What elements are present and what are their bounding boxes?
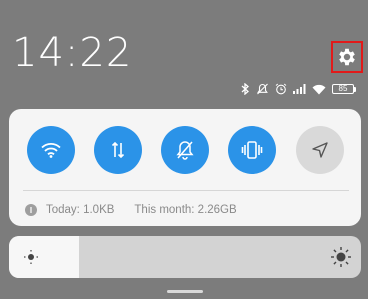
bluetooth-icon: [241, 83, 249, 95]
clock-time: 14:22: [12, 30, 133, 76]
silent-icon: [257, 83, 268, 95]
brightness-slider[interactable]: [9, 236, 361, 278]
settings-button[interactable]: [331, 41, 363, 73]
battery-level: 85: [332, 84, 354, 94]
drag-handle[interactable]: [167, 290, 203, 293]
status-bar: 85: [241, 81, 356, 97]
data-usage-month: This month: 2.26GB: [134, 204, 237, 216]
mobile-data-toggle[interactable]: [94, 126, 142, 174]
data-usage-row[interactable]: Today: 1.0KB This month: 2.26GB: [25, 202, 237, 218]
silent-toggle[interactable]: [161, 126, 209, 174]
data-usage-today: Today: 1.0KB: [46, 204, 115, 216]
data-arrows-icon: [111, 141, 125, 159]
panel-divider: [23, 190, 349, 191]
alarm-icon: [275, 83, 287, 95]
location-toggle[interactable]: [296, 126, 344, 174]
quick-settings-panel: Today: 1.0KB This month: 2.26GB: [9, 109, 361, 226]
brightness-high-icon: [331, 247, 351, 267]
wifi-toggle[interactable]: [27, 126, 75, 174]
vibrate-toggle[interactable]: [228, 126, 276, 174]
vibrate-icon: [241, 141, 263, 159]
wifi-status-icon: [312, 84, 326, 94]
gear-icon: [339, 48, 355, 66]
battery-tip: [354, 86, 356, 92]
brightness-low-icon: [24, 250, 38, 264]
battery-indicator: 85: [332, 84, 356, 94]
signal-icon: [293, 84, 306, 94]
bell-off-icon: [176, 141, 194, 160]
data-usage-icon: [25, 204, 37, 216]
wifi-icon: [41, 143, 61, 158]
brightness-fill: [9, 236, 80, 278]
location-arrow-icon: [312, 142, 328, 158]
